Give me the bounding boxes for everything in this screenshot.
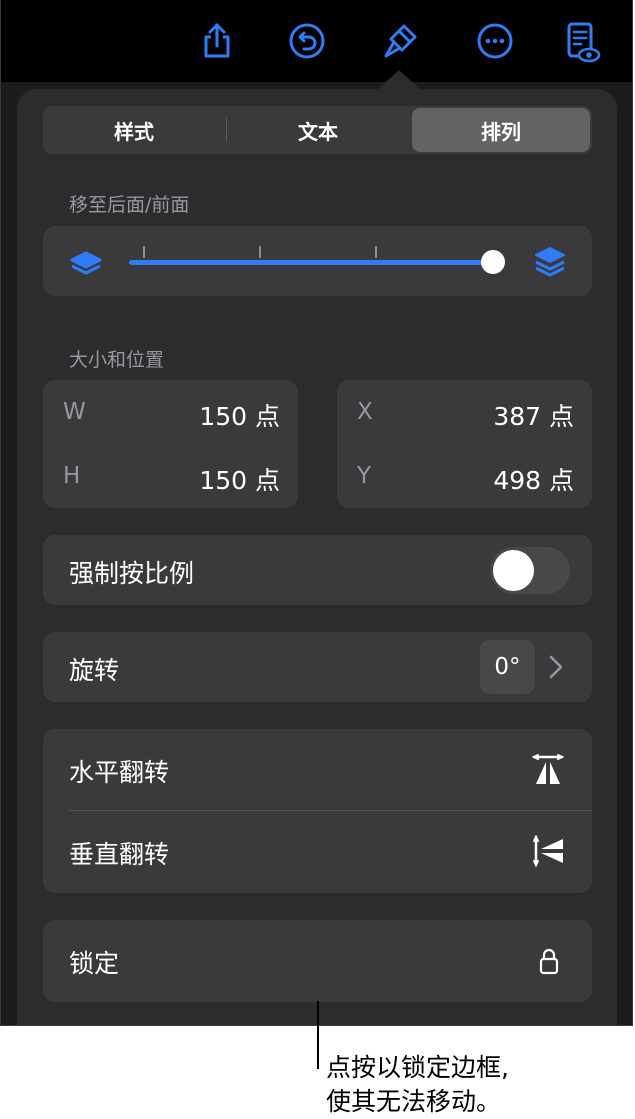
toolbar <box>1 0 632 82</box>
toggle-knob <box>493 550 534 591</box>
rotate-row[interactable]: 旋转 0° <box>43 632 592 702</box>
callout-line-2: 使其无法移动。 <box>326 1087 502 1116</box>
format-brush-icon[interactable] <box>381 20 421 60</box>
size-position-section-label: 大小和位置 <box>69 349 165 371</box>
slider-fill <box>129 260 495 265</box>
layer-card <box>43 226 592 296</box>
flip-horizontal-icon <box>530 753 566 791</box>
x-key: X <box>357 399 373 425</box>
size-card: W 150 点 H 150 点 <box>43 380 298 508</box>
lock-row[interactable]: 锁定 <box>43 920 592 1002</box>
lock-label: 锁定 <box>69 949 120 978</box>
slider-thumb[interactable] <box>481 250 505 274</box>
share-icon[interactable] <box>197 20 237 60</box>
constrain-row: 强制按比例 <box>43 535 592 605</box>
flip-horizontal-label: 水平翻转 <box>69 758 170 787</box>
tab-arrange[interactable]: 排列 <box>412 108 590 152</box>
rotate-label: 旋转 <box>69 656 120 685</box>
slider-tick <box>143 246 145 258</box>
rotate-value-field[interactable]: 0° <box>480 640 535 694</box>
format-popover: 样式 文本 排列 移至后面/前面 大小和位置 W 150 点 H 150 点 X… <box>17 89 617 1025</box>
flip-vertical-icon <box>531 833 567 873</box>
flip-group: 水平翻转 垂直翻转 <box>43 729 592 893</box>
layer-slider[interactable] <box>129 244 505 278</box>
flip-vertical-row[interactable]: 垂直翻转 <box>43 811 592 893</box>
undo-icon[interactable] <box>287 20 327 60</box>
slider-tick <box>259 246 261 258</box>
app-window: 样式 文本 排列 移至后面/前面 大小和位置 W 150 点 H 150 点 X… <box>0 0 633 1026</box>
reader-view-icon[interactable] <box>563 20 603 63</box>
tab-style[interactable]: 样式 <box>45 108 223 152</box>
send-backward-icon[interactable] <box>69 246 103 284</box>
bring-forward-icon[interactable] <box>533 244 567 284</box>
height-key: H <box>63 463 81 489</box>
tab-text[interactable]: 文本 <box>229 108 407 152</box>
y-key: Y <box>357 463 372 489</box>
constrain-toggle[interactable] <box>490 547 570 594</box>
callout-line <box>317 1001 319 1069</box>
popover-caret <box>377 70 421 90</box>
width-field[interactable]: 150 点 <box>199 397 280 433</box>
width-key: W <box>63 399 86 425</box>
x-field[interactable]: 387 点 <box>493 397 574 433</box>
layer-section-label: 移至后面/前面 <box>69 194 190 216</box>
slider-tick <box>375 246 377 258</box>
chevron-right-icon[interactable] <box>549 655 563 683</box>
y-field[interactable]: 498 点 <box>493 461 574 497</box>
tab-bar: 样式 文本 排列 <box>43 106 592 154</box>
height-field[interactable]: 150 点 <box>199 461 280 497</box>
position-card: X 387 点 Y 498 点 <box>337 380 592 508</box>
callout-line-1: 点按以锁定边框, <box>326 1053 509 1082</box>
flip-vertical-label: 垂直翻转 <box>69 840 170 869</box>
constrain-label: 强制按比例 <box>69 559 195 588</box>
lock-icon <box>539 946 559 980</box>
flip-horizontal-row[interactable]: 水平翻转 <box>43 729 592 811</box>
tab-divider <box>226 118 227 142</box>
more-icon[interactable] <box>475 20 515 60</box>
